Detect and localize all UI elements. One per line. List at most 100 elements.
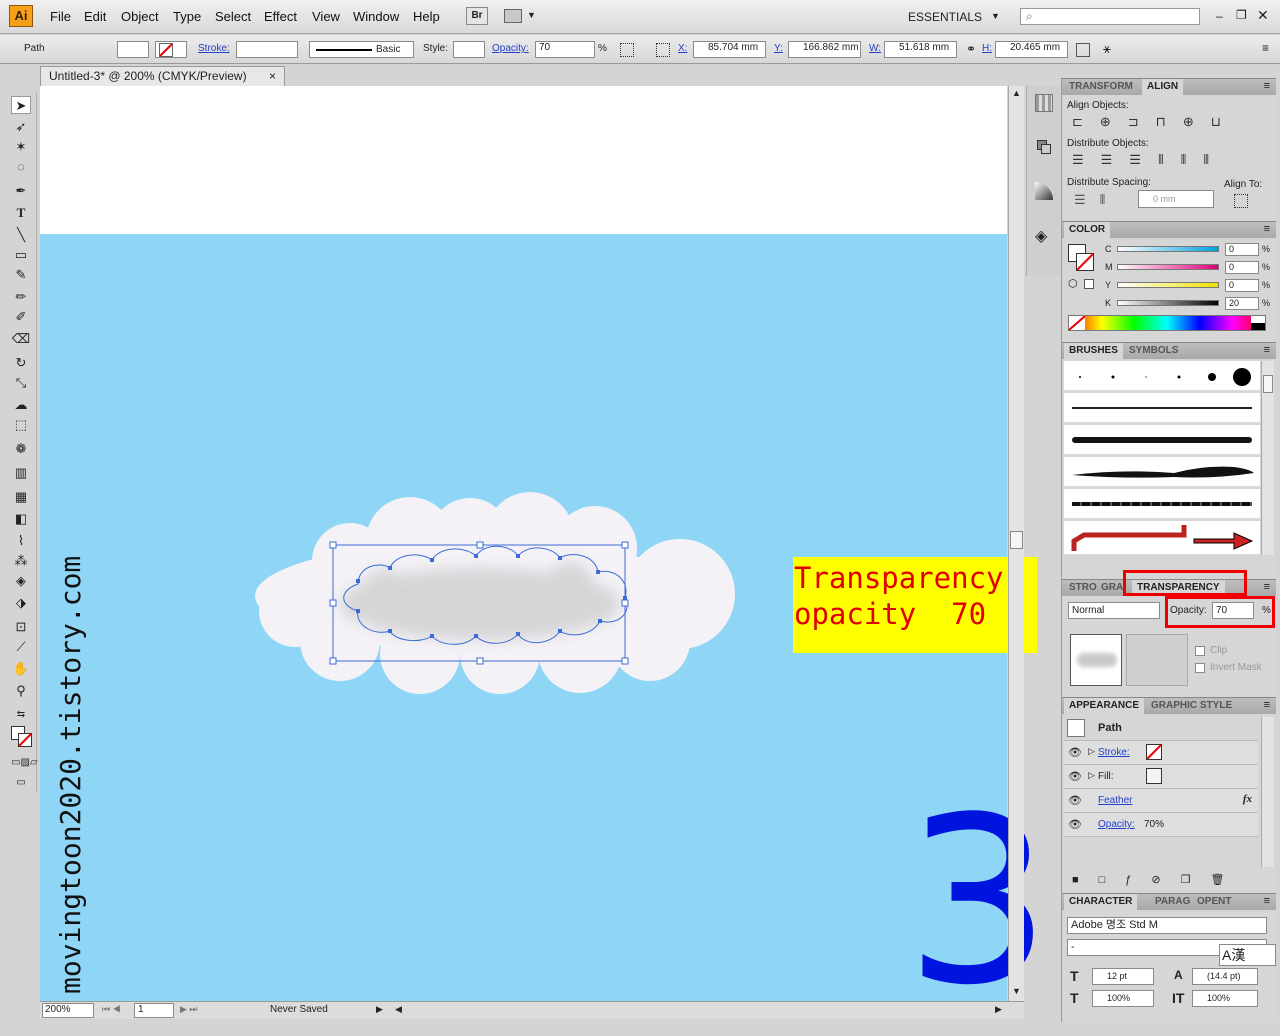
y-field[interactable]: 166.862 mm: [788, 41, 861, 58]
menu-type[interactable]: Type: [173, 9, 201, 24]
channel-c-slider[interactable]: [1117, 246, 1219, 252]
live-paint-bucket-icon[interactable]: ◈: [11, 572, 31, 590]
rectangle-tool-icon[interactable]: ▭: [11, 246, 31, 264]
leading-field[interactable]: (14.4 pt): [1192, 968, 1258, 985]
menu-select[interactable]: Select: [215, 9, 251, 24]
vertical-scale-field[interactable]: 100%: [1192, 990, 1258, 1007]
stroke-color-icon[interactable]: [18, 733, 32, 747]
workspace-switcher[interactable]: ESSENTIALS: [908, 10, 982, 24]
color-stroke-swatch[interactable]: [1076, 253, 1094, 271]
appearance-stroke-row[interactable]: 👁 ▷ Stroke:: [1064, 741, 1258, 765]
column-graph-tool-icon[interactable]: ▥: [11, 464, 31, 482]
stroke-label[interactable]: Stroke:: [198, 43, 230, 54]
art-brush-dry[interactable]: [1064, 489, 1260, 519]
color-spectrum[interactable]: [1068, 315, 1266, 331]
gradient-tool-icon[interactable]: ◧: [11, 510, 31, 528]
horizontal-scale-field[interactable]: 100%: [1092, 990, 1154, 1007]
visibility-eye-icon[interactable]: 👁: [1068, 818, 1082, 831]
lasso-tool-icon[interactable]: ◌: [11, 158, 31, 176]
character-panel-menu-icon[interactable]: ≡: [1264, 895, 1270, 907]
visibility-eye-icon[interactable]: 👁: [1068, 770, 1082, 783]
swap-colors-icon[interactable]: ⇆: [11, 706, 31, 724]
symbol-sprayer-tool-icon[interactable]: ❁: [11, 440, 31, 458]
free-transform-tool-icon[interactable]: ⬚: [11, 416, 31, 434]
first-artboard-icon[interactable]: ⏮ ◀: [102, 1004, 121, 1015]
tab-align[interactable]: ALIGN: [1142, 79, 1184, 95]
vertical-scrollbar[interactable]: ▲ ▼: [1008, 86, 1024, 1001]
tab-opentype[interactable]: OPENT: [1192, 894, 1236, 910]
slice-tool-icon[interactable]: ⟋: [11, 638, 31, 656]
appearance-panel-menu-icon[interactable]: ≡: [1264, 699, 1270, 711]
transparency-panel-menu-icon[interactable]: ≡: [1264, 581, 1270, 593]
ime-indicator[interactable]: A漢: [1219, 944, 1276, 966]
cube-out-of-gamut-icon[interactable]: ⬡: [1068, 277, 1078, 290]
clip-checkbox[interactable]: [1195, 646, 1205, 656]
rotate-tool-icon[interactable]: ↻: [11, 354, 31, 372]
warp-tool-icon[interactable]: ☁: [11, 396, 31, 414]
arrange-documents-icon[interactable]: [504, 9, 522, 23]
feather-effect-label[interactable]: Feather: [1098, 795, 1132, 806]
scroll-right-icon[interactable]: ▶: [995, 1004, 1002, 1015]
tab-transform[interactable]: TRANSFORM: [1064, 79, 1138, 95]
h-field[interactable]: 20.465 mm: [995, 41, 1068, 58]
control-menu-icon[interactable]: ≡: [1262, 41, 1269, 55]
tab-paragraph[interactable]: PARAG: [1150, 894, 1195, 910]
pattern-brush-arrow[interactable]: [1064, 521, 1260, 555]
fill-swatch-icon[interactable]: [1146, 768, 1162, 784]
w-field[interactable]: 51.618 mm: [884, 41, 957, 58]
brush-definition-field[interactable]: Basic: [309, 41, 414, 58]
y-label[interactable]: Y:: [774, 43, 783, 54]
artboard-number-field[interactable]: 1: [134, 1003, 174, 1018]
search-input[interactable]: ⌕: [1020, 8, 1200, 25]
menu-help[interactable]: Help: [413, 9, 440, 24]
brushes-scrollbar[interactable]: [1261, 361, 1274, 555]
menu-window[interactable]: Window: [353, 9, 399, 24]
magic-wand-tool-icon[interactable]: ✶: [11, 138, 31, 156]
menu-edit[interactable]: Edit: [84, 9, 106, 24]
opacity-label[interactable]: Opacity:: [492, 43, 529, 54]
channel-k-slider[interactable]: [1117, 300, 1219, 306]
scroll-left-icon[interactable]: ◀: [395, 1004, 402, 1015]
status-menu-icon[interactable]: ▶: [376, 1004, 383, 1015]
opacity-field[interactable]: 70: [535, 41, 595, 58]
appearance-scrollbar[interactable]: [1261, 717, 1274, 867]
blend-mode-select[interactable]: Normal: [1068, 602, 1160, 619]
pencil-tool-icon[interactable]: ✏: [11, 288, 31, 306]
font-family-select[interactable]: Adobe 명조 Std M: [1067, 917, 1267, 934]
appearance-footer-icons[interactable]: ■□ƒ⊘❐🗑: [1072, 873, 1244, 886]
channel-m-value[interactable]: 0: [1225, 261, 1259, 274]
restore-icon[interactable]: ❐: [1236, 8, 1247, 22]
menu-view[interactable]: View: [312, 9, 340, 24]
expand-triangle-icon[interactable]: ▷: [1088, 746, 1095, 757]
bridge-button[interactable]: Br: [466, 7, 488, 25]
align-panel-menu-icon[interactable]: ≡: [1264, 80, 1270, 92]
tab-appearance[interactable]: APPEARANCE: [1064, 698, 1145, 714]
menu-effect[interactable]: Effect: [264, 9, 297, 24]
opacity-mask-thumbnail[interactable]: [1070, 634, 1122, 686]
live-paint-selection-icon[interactable]: ⬗: [11, 594, 31, 612]
x-label[interactable]: X:: [678, 43, 687, 54]
minimize-icon[interactable]: –: [1216, 9, 1223, 23]
swatches-panel-icon[interactable]: [1035, 94, 1053, 112]
blend-tool-icon[interactable]: ⁂: [11, 552, 31, 570]
h-label[interactable]: H:: [982, 43, 992, 54]
pathfinder-panel-icon[interactable]: [1035, 138, 1053, 156]
appearance-opacity-label[interactable]: Opacity:: [1098, 819, 1135, 830]
zoom-tool-icon[interactable]: ⚲: [11, 682, 31, 700]
expand-triangle-icon[interactable]: ▷: [1088, 770, 1095, 781]
blob-brush-tool-icon[interactable]: ✐: [11, 308, 31, 326]
visibility-eye-icon[interactable]: 👁: [1068, 746, 1082, 759]
hand-tool-icon[interactable]: ✋: [11, 660, 31, 678]
artboard-canvas[interactable]: [40, 86, 1007, 1001]
distribute-spacing-buttons[interactable]: ☰⦀: [1074, 192, 1119, 208]
selection-tool-icon[interactable]: ➤: [11, 96, 31, 114]
document-tab[interactable]: Untitled-3* @ 200% (CMYK/Preview) ×: [40, 66, 285, 86]
w-label[interactable]: W:: [869, 43, 881, 54]
appearance-stroke-label[interactable]: Stroke:: [1098, 747, 1130, 758]
align-objects-buttons[interactable]: ⊏⊕⊐⊓⊕⊔: [1072, 114, 1238, 130]
artboard-tool-icon[interactable]: ⊡: [11, 618, 31, 636]
tab-color[interactable]: COLOR: [1064, 222, 1111, 238]
art-brush-splatter[interactable]: [1064, 457, 1260, 487]
scale-tool-icon[interactable]: ⤡: [11, 374, 31, 392]
close-tab-icon[interactable]: ×: [269, 67, 276, 85]
